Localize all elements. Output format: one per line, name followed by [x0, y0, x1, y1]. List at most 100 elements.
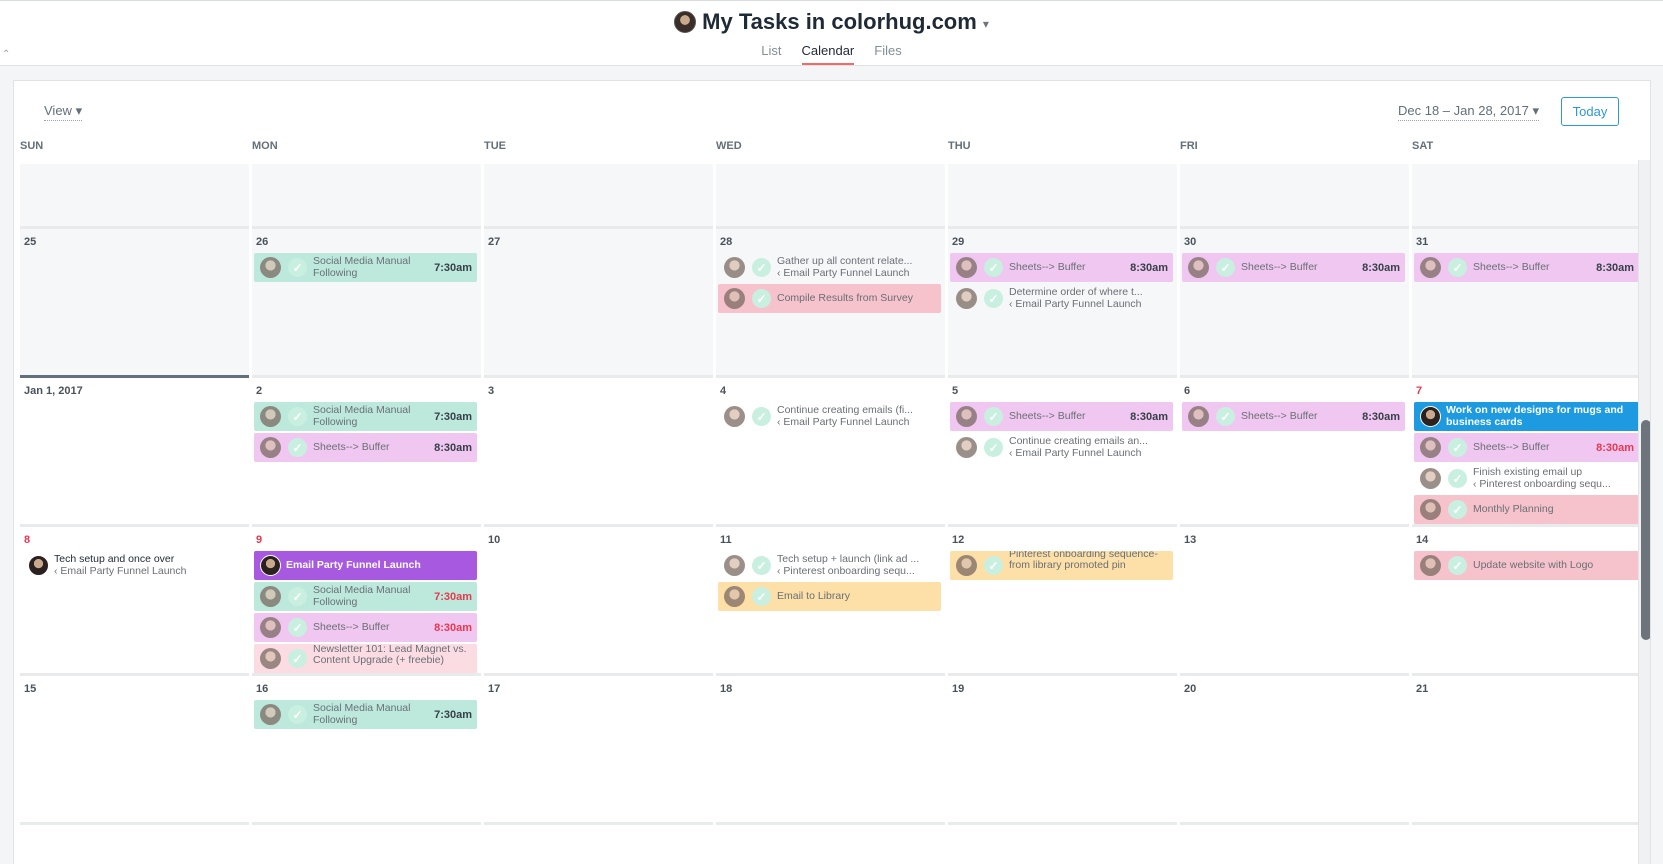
day-cell[interactable]: 20 — [1180, 673, 1409, 822]
day-cell[interactable]: 2 ✓ Social Media Manual Following 7:30am… — [252, 375, 481, 524]
calendar-scrollbar[interactable] — [1638, 160, 1650, 864]
task-card[interactable]: ✓ Continue creating emails an... ‹ Email … — [950, 433, 1173, 462]
check-icon[interactable]: ✓ — [1448, 556, 1467, 575]
task-card[interactable]: ✓ Social Media Manual Following 7:30am — [254, 253, 477, 282]
day-cell[interactable]: 10 — [484, 524, 713, 673]
task-card[interactable]: ✓ Sheets--> Buffer 8:30am — [1182, 402, 1405, 431]
day-cell[interactable]: 13 — [1180, 524, 1409, 673]
task-card[interactable]: ✓ Tech setup + launch (link ad ... ‹ Pint… — [718, 551, 941, 580]
task-card[interactable]: Work on new designs for mugs and busines… — [1414, 402, 1639, 431]
day-cell[interactable] — [252, 164, 481, 226]
check-icon[interactable]: ✓ — [288, 618, 307, 637]
day-cell[interactable]: 7 Work on new designs for mugs and busin… — [1412, 375, 1641, 524]
task-card[interactable]: ✓ Finish existing email up ‹ Pinterest on… — [1414, 464, 1639, 493]
view-menu-button[interactable]: View ▾ — [44, 103, 83, 121]
task-card[interactable]: ✓ Social Media Manual Following 7:30am — [254, 402, 477, 431]
check-icon[interactable]: ✓ — [288, 587, 307, 606]
tab-files[interactable]: Files — [874, 43, 901, 65]
today-button[interactable]: Today — [1561, 97, 1619, 126]
day-cell[interactable]: 18 — [716, 673, 945, 822]
day-cell[interactable] — [716, 164, 945, 226]
collapse-icon[interactable]: ⌃ — [2, 49, 10, 60]
day-cell[interactable] — [716, 822, 945, 864]
project-title-row[interactable]: My Tasks in colorhug.com ▾ — [0, 9, 1663, 35]
day-cell[interactable]: 14 ✓ Update website with Logo — [1412, 524, 1641, 673]
check-icon[interactable]: ✓ — [752, 289, 771, 308]
day-cell[interactable]: 17 — [484, 673, 713, 822]
day-cell[interactable]: 15 — [20, 673, 249, 822]
scrollbar-thumb[interactable] — [1641, 420, 1650, 640]
day-cell[interactable]: 11 ✓ Tech setup + launch (link ad ... ‹ P… — [716, 524, 945, 673]
check-icon[interactable]: ✓ — [984, 438, 1003, 457]
day-cell[interactable]: 4 ✓ Continue creating emails (fi... ‹ Ema… — [716, 375, 945, 524]
day-cell[interactable]: 8 Tech setup and once over ‹ Email Party … — [20, 524, 249, 673]
day-cell[interactable]: Jan 1, 2017 — [20, 375, 249, 524]
task-card[interactable]: ✓ Update website with Logo — [1414, 551, 1639, 580]
day-cell[interactable]: 16 ✓ Social Media Manual Following 7:30a… — [252, 673, 481, 822]
day-cell[interactable] — [1180, 164, 1409, 226]
day-cell[interactable]: 21 — [1412, 673, 1641, 822]
task-card[interactable]: ✓ Pinterest onboarding sequence- from li… — [950, 551, 1173, 580]
check-icon[interactable]: ✓ — [1448, 469, 1467, 488]
task-card[interactable]: ✓ Compile Results from Survey — [718, 284, 941, 313]
task-card[interactable]: ✓ Sheets--> Buffer 8:30am — [1182, 253, 1405, 282]
check-icon[interactable]: ✓ — [984, 289, 1003, 308]
task-card[interactable]: ✓ Sheets--> Buffer 8:30am — [1414, 433, 1639, 462]
check-icon[interactable]: ✓ — [752, 407, 771, 426]
day-cell[interactable]: 29 ✓ Sheets--> Buffer 8:30am ✓ Determine… — [948, 226, 1177, 375]
day-cell[interactable] — [948, 164, 1177, 226]
day-cell[interactable]: 28 ✓ Gather up all content relate... ‹ Em… — [716, 226, 945, 375]
chevron-down-icon[interactable]: ▾ — [983, 17, 989, 31]
check-icon[interactable]: ✓ — [1216, 407, 1235, 426]
check-icon[interactable]: ✓ — [752, 556, 771, 575]
task-card[interactable]: ✓ Sheets--> Buffer 8:30am — [950, 402, 1173, 431]
date-range-button[interactable]: Dec 18 – Jan 28, 2017 ▾ — [1398, 103, 1539, 121]
day-cell[interactable]: 30 ✓ Sheets--> Buffer 8:30am — [1180, 226, 1409, 375]
day-cell[interactable] — [20, 164, 249, 226]
day-cell[interactable] — [252, 822, 481, 864]
day-cell[interactable] — [948, 822, 1177, 864]
day-cell[interactable]: 26 ✓ Social Media Manual Following 7:30a… — [252, 226, 481, 375]
day-cell[interactable]: 9 Email Party Funnel Launch ✓ Social Med… — [252, 524, 481, 673]
day-cell[interactable]: 6 ✓ Sheets--> Buffer 8:30am — [1180, 375, 1409, 524]
check-icon[interactable]: ✓ — [1448, 500, 1467, 519]
day-cell[interactable] — [1412, 822, 1641, 864]
check-icon[interactable]: ✓ — [288, 407, 307, 426]
check-icon[interactable]: ✓ — [1216, 258, 1235, 277]
day-cell[interactable]: 12 ✓ Pinterest onboarding sequence- from… — [948, 524, 1177, 673]
task-card[interactable]: ✓ Email to Library — [718, 582, 941, 611]
day-cell[interactable] — [484, 164, 713, 226]
task-card[interactable]: ✓ Social Media Manual Following 7:30am — [254, 700, 477, 729]
day-cell[interactable]: 5 ✓ Sheets--> Buffer 8:30am ✓ Continue c… — [948, 375, 1177, 524]
tab-list[interactable]: List — [761, 43, 781, 65]
task-card[interactable]: Email Party Funnel Launch — [254, 551, 477, 580]
check-icon[interactable]: ✓ — [984, 258, 1003, 277]
check-icon[interactable]: ✓ — [984, 556, 1003, 575]
day-cell[interactable]: 25 — [20, 226, 249, 375]
check-icon[interactable]: ✓ — [288, 649, 307, 668]
day-cell[interactable] — [1412, 164, 1641, 226]
check-icon[interactable]: ✓ — [752, 258, 771, 277]
day-cell[interactable]: 31 ✓ Sheets--> Buffer 8:30am — [1412, 226, 1641, 375]
day-cell[interactable]: 27 — [484, 226, 713, 375]
task-card[interactable]: ✓ Sheets--> Buffer 8:30am — [254, 613, 477, 642]
task-card[interactable]: Tech setup and once over ‹ Email Party Fu… — [22, 551, 245, 580]
day-cell[interactable] — [20, 822, 249, 864]
task-card[interactable]: ✓ Sheets--> Buffer 8:30am — [1414, 253, 1639, 282]
task-card[interactable]: ✓ Gather up all content relate... ‹ Email… — [718, 253, 941, 282]
day-cell[interactable]: 3 — [484, 375, 713, 524]
day-cell[interactable]: 19 — [948, 673, 1177, 822]
check-icon[interactable]: ✓ — [1448, 438, 1467, 457]
check-icon[interactable]: ✓ — [288, 258, 307, 277]
check-icon[interactable]: ✓ — [984, 407, 1003, 426]
tab-calendar[interactable]: Calendar — [801, 43, 855, 65]
check-icon[interactable]: ✓ — [1448, 258, 1467, 277]
task-card[interactable]: ✓ Newsletter 101: Lead Magnet vs. Conten… — [254, 644, 477, 673]
check-icon[interactable]: ✓ — [288, 438, 307, 457]
task-card[interactable]: ✓ Sheets--> Buffer 8:30am — [950, 253, 1173, 282]
task-card[interactable]: ✓ Sheets--> Buffer 8:30am — [254, 433, 477, 462]
check-icon[interactable]: ✓ — [288, 705, 307, 724]
task-card[interactable]: ✓ Continue creating emails (fi... ‹ Email… — [718, 402, 941, 431]
task-card[interactable]: ✓ Determine order of where t... ‹ Email P… — [950, 284, 1173, 313]
day-cell[interactable] — [484, 822, 713, 864]
